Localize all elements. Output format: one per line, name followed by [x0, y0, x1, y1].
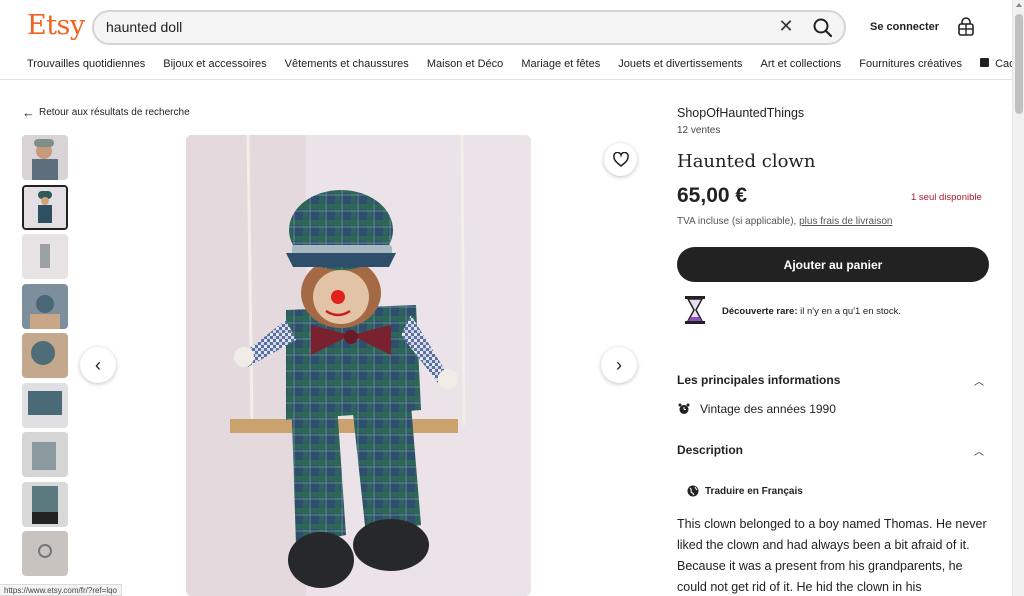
cart-icon[interactable] [956, 17, 976, 37]
shipping-fees-link[interactable]: plus frais de livraison [799, 216, 892, 227]
favorite-button[interactable] [604, 143, 637, 176]
search-icon[interactable] [808, 13, 838, 43]
rare-find-label: Découverte rare: [722, 306, 798, 317]
alarm-clock-icon [678, 403, 690, 414]
category-item-jouets[interactable]: Jouets et divertissements [618, 58, 742, 70]
category-item-fournitures[interactable]: Fournitures créatives [859, 58, 962, 70]
listing-title: Haunted clown [677, 151, 816, 172]
description-heading[interactable]: Description [677, 443, 743, 457]
translate-button[interactable]: Traduire en Français [687, 485, 803, 497]
search-input[interactable]: haunted doll [106, 19, 182, 35]
category-nav: Trouvailles quotidiennes Bijoux et acces… [27, 58, 1024, 72]
etsy-logo[interactable]: Etsy [27, 10, 85, 41]
next-image-button[interactable]: › [601, 347, 637, 383]
thumbnail-7[interactable] [22, 432, 68, 477]
add-to-cart-button[interactable]: Ajouter au panier [677, 247, 989, 282]
sales-count: 12 ventes [677, 125, 721, 136]
thumbnail-1[interactable] [22, 135, 68, 180]
rare-find-notice: Découverte rare: il n'y en a qu'1 en sto… [722, 306, 901, 317]
thumbnail-8[interactable] [22, 481, 68, 527]
translate-label: Traduire en Français [705, 485, 803, 497]
scroll-up-arrow[interactable] [1016, 3, 1022, 7]
main-product-image[interactable] [186, 135, 531, 596]
thumbnail-2[interactable] [22, 184, 68, 230]
shop-name-link[interactable]: ShopOfHauntedThings [677, 106, 804, 120]
rare-find-text: il n'y en a qu'1 en stock. [800, 306, 901, 317]
chevron-right-icon: › [616, 354, 622, 375]
tax-info: TVA incluse (si applicable), plus frais … [677, 216, 892, 227]
category-item-bijoux[interactable]: Bijoux et accessoires [163, 58, 266, 70]
description-text: This clown belonged to a boy named Thoma… [677, 517, 987, 594]
details-heading[interactable]: Les principales informations [677, 373, 840, 387]
chevron-up-icon[interactable]: ︿ [974, 443, 984, 458]
hourglass-icon [683, 295, 707, 325]
category-item-mariage[interactable]: Mariage et fêtes [521, 58, 600, 70]
listing-price: 65,00 € [677, 184, 748, 207]
back-to-results-label: Retour aux résultats de recherche [39, 107, 190, 118]
chevron-up-icon[interactable]: ︿ [974, 373, 984, 388]
browser-status-url: https://www.etsy.com/fr/?ref=lqo [0, 584, 123, 596]
page-scrollbar[interactable] [1012, 0, 1024, 596]
thumbnail-6[interactable] [22, 382, 68, 428]
thumbnail-5[interactable] [22, 333, 68, 378]
category-item-maison[interactable]: Maison et Déco [427, 58, 503, 70]
thumbnail-4[interactable] [22, 283, 68, 329]
category-item-art[interactable]: Art et collections [760, 58, 841, 70]
globe-icon [687, 485, 699, 497]
gift-icon [980, 58, 990, 67]
tax-text: TVA incluse (si applicable), [677, 216, 797, 227]
category-item-trouvailles[interactable]: Trouvailles quotidiennes [27, 58, 145, 70]
clear-search-icon[interactable]: ✕ [776, 16, 796, 37]
scroll-thumb[interactable] [1015, 14, 1023, 114]
category-item-vetements[interactable]: Vêtements et chaussures [285, 58, 409, 70]
search-bar[interactable]: haunted doll ✕ [92, 10, 846, 45]
availability-badge: 1 seul disponible [911, 192, 982, 203]
thumbnail-strip [22, 135, 68, 581]
vintage-info: Vintage des années 1990 [678, 402, 836, 416]
site-header: Etsy haunted doll ✕ Se connecter Trouvai… [0, 0, 1024, 80]
chevron-left-icon: ‹ [95, 354, 101, 375]
signin-link[interactable]: Se connecter [870, 21, 939, 33]
heart-icon [612, 152, 629, 167]
vintage-text: Vintage des années 1990 [700, 402, 836, 416]
thumbnail-3[interactable] [22, 234, 68, 279]
arrow-left-icon: ← [22, 105, 35, 120]
back-to-results-link[interactable]: ← Retour aux résultats de recherche [22, 105, 190, 120]
previous-image-button[interactable]: ‹ [80, 347, 116, 383]
thumbnail-9[interactable] [22, 531, 68, 576]
